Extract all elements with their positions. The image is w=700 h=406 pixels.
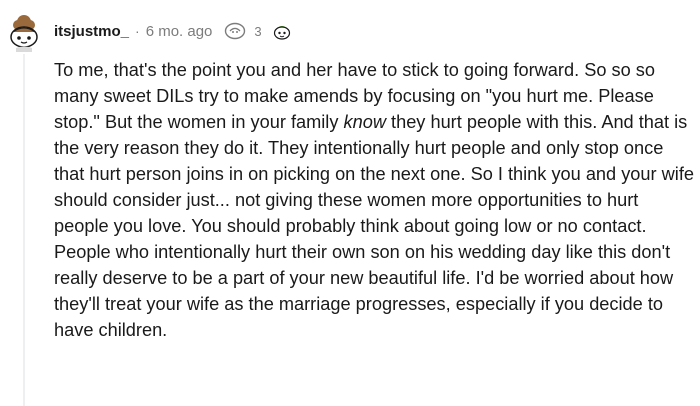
award-icon[interactable]	[272, 21, 292, 41]
comment-text: they hurt people with this. And that is …	[54, 112, 694, 340]
comment-meta: itsjustmo_ · 6 mo. ago 3	[54, 21, 292, 41]
username-link[interactable]: itsjustmo_	[54, 23, 129, 40]
comment-text-emphasis: know	[343, 112, 386, 132]
award-icon[interactable]	[224, 22, 246, 40]
thread-line[interactable]	[23, 54, 25, 406]
avatar-icon[interactable]	[4, 12, 44, 52]
award-count: 3	[254, 23, 262, 39]
separator: ·	[135, 23, 140, 39]
comment-body: To me, that's the point you and her have…	[54, 57, 694, 343]
comment-age[interactable]: 6 mo. ago	[146, 23, 213, 40]
